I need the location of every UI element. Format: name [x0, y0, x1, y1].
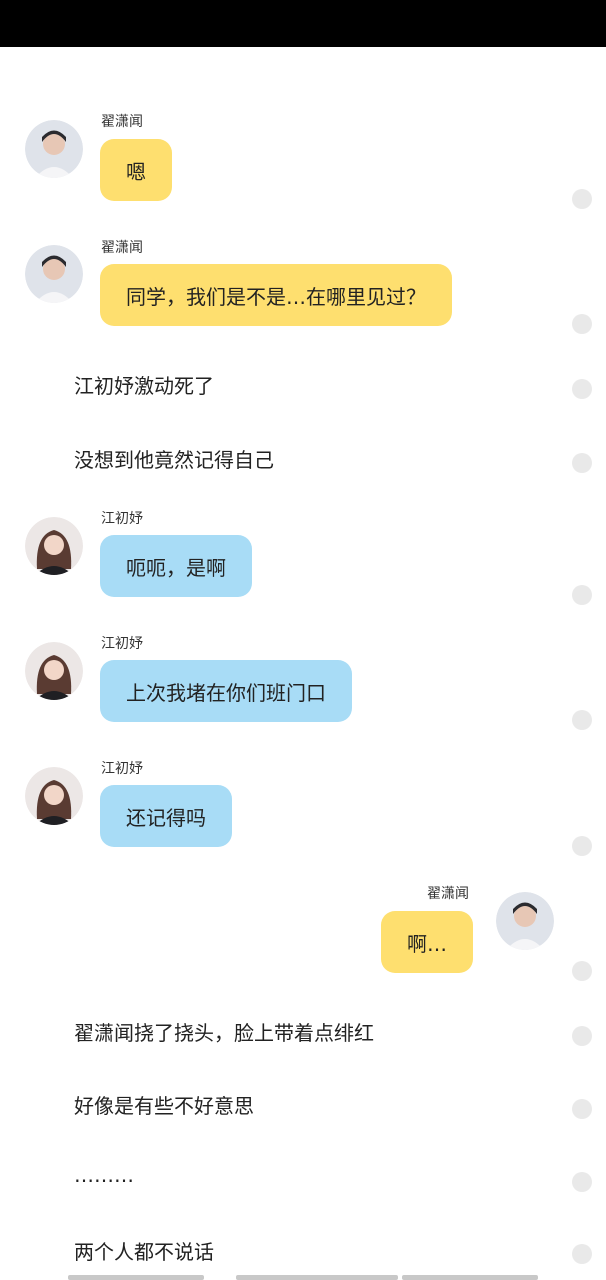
- avatar-male[interactable]: [496, 892, 554, 950]
- bottom-bar-segment: [68, 1275, 204, 1280]
- narration-text: 没想到他竟然记得自己: [74, 448, 274, 472]
- sender-name: 江初妤: [101, 761, 143, 777]
- comment-dot[interactable]: [572, 314, 592, 334]
- comment-dot[interactable]: [572, 1099, 592, 1119]
- comment-dot[interactable]: [572, 585, 592, 605]
- sender-name: 江初妤: [101, 511, 143, 527]
- avatar-female[interactable]: [25, 767, 83, 825]
- comment-dot[interactable]: [572, 1026, 592, 1046]
- status-bar: [0, 0, 606, 47]
- sender-name: 翟潇闻: [101, 240, 143, 256]
- message-bubble[interactable]: 还记得吗: [100, 785, 232, 847]
- narration-text: 江初妤激动死了: [74, 374, 214, 398]
- sender-name: 翟潇闻: [427, 886, 469, 902]
- narration-text: 翟潇闻挠了挠头，脸上带着点绯红: [74, 1021, 374, 1045]
- message-bubble[interactable]: 上次我堵在你们班门口: [100, 660, 352, 722]
- message-bubble[interactable]: 同学，我们是不是…在哪里见过？: [100, 264, 452, 326]
- avatar-male[interactable]: [25, 245, 83, 303]
- narration-text: 好像是有些不好意思: [74, 1094, 254, 1118]
- comment-dot[interactable]: [572, 836, 592, 856]
- message-bubble[interactable]: 啊…: [381, 911, 473, 973]
- comment-dot[interactable]: [572, 1172, 592, 1192]
- comment-dot[interactable]: [572, 453, 592, 473]
- narration-text: ………: [74, 1163, 134, 1187]
- sender-name: 翟潇闻: [101, 114, 143, 130]
- comment-dot[interactable]: [572, 379, 592, 399]
- avatar-male[interactable]: [25, 120, 83, 178]
- comment-dot[interactable]: [572, 1244, 592, 1264]
- message-bubble[interactable]: 嗯: [100, 139, 172, 201]
- message-bubble[interactable]: 呃呃，是啊: [100, 535, 252, 597]
- comment-dot[interactable]: [572, 961, 592, 981]
- comment-dot[interactable]: [572, 189, 592, 209]
- narration-text: 两个人都不说话: [74, 1240, 214, 1264]
- comment-dot[interactable]: [572, 710, 592, 730]
- bottom-bar-segment: [236, 1275, 398, 1280]
- bottom-bar-segment: [402, 1275, 538, 1280]
- avatar-female[interactable]: [25, 517, 83, 575]
- sender-name: 江初妤: [101, 636, 143, 652]
- avatar-female[interactable]: [25, 642, 83, 700]
